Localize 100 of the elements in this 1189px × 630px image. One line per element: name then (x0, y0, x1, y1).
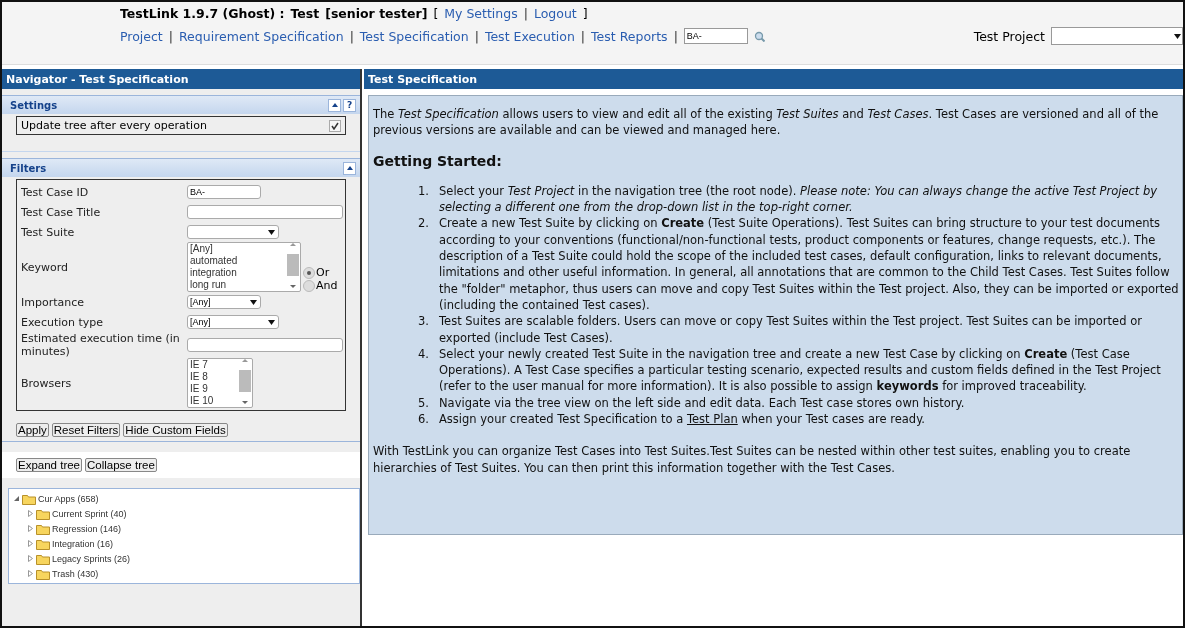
separator: | (523, 5, 528, 21)
filter-label: Test Case ID (21, 185, 90, 199)
dropdown-arrow-icon (267, 227, 276, 237)
tree-node[interactable]: Current Sprint (40) (52, 508, 127, 519)
dropdown-arrow-icon (1173, 31, 1182, 41)
section-header[interactable]: Settings ? (2, 95, 360, 114)
collapsed-arrow-icon[interactable] (27, 540, 34, 547)
separator: | (673, 28, 678, 44)
header-link[interactable]: My Settings (444, 5, 518, 21)
folder-icon (36, 552, 50, 565)
menu-link[interactable]: Test Execution (484, 28, 575, 44)
outro-text: With TestLink you can organize Test Cases into Test Suites.Test Suites can be nested within other test suites, enabling you to create hierarchies of Test Suites. You can then print this information together with the Test Cases. (373, 443, 1132, 476)
checkbox[interactable] (329, 119, 341, 132)
step-text: Select your Test Project in the navigation tree (the root node). Please note: You can always change the active Test Project by selecting a different one from the drop-down list in the top-right corner. (439, 182, 1159, 216)
project-select[interactable] (1051, 27, 1183, 45)
tree-button[interactable]: Expand tree (16, 458, 82, 472)
search-field[interactable]: BA- (683, 28, 748, 44)
list-option[interactable]: IE 10 (190, 395, 238, 407)
section-header[interactable]: Filters (2, 158, 360, 177)
filter-button[interactable]: Apply (16, 423, 49, 437)
separator: | (168, 28, 173, 44)
list-option[interactable]: automated (190, 255, 286, 267)
input-field[interactable] (187, 205, 343, 219)
project-label: Test Project (973, 28, 1045, 44)
filter-label: Browsers (21, 376, 73, 390)
tree-node[interactable]: Integration (16) (52, 538, 114, 549)
collapsed-arrow-icon[interactable] (27, 525, 34, 532)
folder-icon (36, 537, 50, 550)
user-role: [senior tester] (325, 5, 428, 21)
collapse-icon[interactable] (328, 98, 341, 112)
step-number: 3. (417, 313, 430, 331)
menu-link[interactable]: Test Specification (359, 28, 469, 44)
list-option[interactable]: integration (190, 267, 286, 279)
collapse-icon[interactable] (343, 161, 356, 175)
dropdown[interactable]: [Any] (187, 295, 261, 309)
collapsed-arrow-icon[interactable] (27, 555, 34, 562)
step-number: 2. (417, 215, 430, 233)
bracket: ] (582, 5, 588, 21)
list-box[interactable]: [Any] automated integration long run (187, 242, 301, 292)
step-text: Select your newly created Test Suite in the navigation tree and create a new Test Case by clicking on Create (Test Case Operations). A Test Case specifies a particular testing scenario, expected results and custom fields defined in the Test Project (refer to the user manual for more information). It is also possible to assign keywords for improved traceability. (439, 345, 1162, 395)
folder-icon (36, 507, 50, 520)
folder-icon (36, 567, 50, 580)
input-field[interactable] (187, 338, 343, 352)
collapsed-arrow-icon[interactable] (27, 510, 34, 517)
list-option[interactable]: long run (190, 279, 286, 291)
tree-node[interactable]: Trash (430) (52, 568, 99, 579)
filter-label: Keyword (21, 260, 69, 274)
step-text: Navigate via the tree view on the left side and edit data. Each Test case stores own history. (439, 394, 966, 412)
scrollbar (286, 243, 300, 289)
bracket: [ (433, 5, 439, 21)
input-field[interactable]: BA- (187, 185, 261, 199)
list-option[interactable]: IE 8 (190, 371, 238, 383)
list-box[interactable]: IE 7 IE 8 IE 9 IE 10 (187, 358, 253, 408)
separator: | (474, 28, 479, 44)
radio-button[interactable]: And (303, 279, 338, 292)
filter-label: Importance (21, 295, 86, 309)
filter-label: Test Case Title (21, 205, 102, 219)
tree-button[interactable]: Collapse tree (85, 458, 157, 472)
separator: | (580, 28, 586, 44)
project-name: Test (290, 5, 320, 21)
panel-title: Navigator - Test Specification (2, 69, 360, 89)
section-title: Filters (10, 162, 48, 174)
step-number: 4. (417, 345, 430, 363)
panel-title: Test Specification (364, 69, 1183, 89)
intro-text: The Test Specification allows users to view and edit all of the existing Test Suites and Test Cases. Test Cases are versioned and all of the previous versions are available and can be viewed and managed here. (373, 106, 1160, 139)
step-text: Test Suites are scalable folders. Users can move or copy Test Suites within the Test project. Test Suites can be imported or exported (include Test Cases). (439, 313, 1143, 346)
setting-label: Update tree after every operation (21, 119, 207, 132)
header-link[interactable]: Logout (533, 5, 577, 21)
help-button[interactable]: ? (343, 98, 356, 112)
menu-link[interactable]: Requirement Specification (179, 28, 344, 44)
radio-button[interactable]: Or (303, 266, 338, 279)
test-plan-link[interactable]: Test Plan (686, 412, 738, 427)
menu-link[interactable]: Test Reports (591, 28, 668, 44)
folder-icon (36, 522, 50, 535)
collapsed-arrow-icon[interactable] (27, 570, 34, 577)
filter-label: Test Suite (21, 225, 76, 239)
filter-label: Estimated execution time (in minutes) (21, 332, 181, 358)
tree-node[interactable]: Regression (146) (52, 523, 122, 534)
filter-button[interactable]: Reset Filters (51, 423, 121, 437)
section-title: Settings (10, 99, 59, 111)
tree-node[interactable]: Cur Apps (658) (38, 493, 99, 504)
step-text: when your Test cases are ready. (741, 412, 925, 427)
list-option[interactable]: IE 7 (190, 359, 238, 371)
menu-link[interactable]: Project (120, 28, 163, 44)
step-number: 1. (417, 182, 430, 200)
dropdown[interactable] (187, 225, 279, 239)
app-title: TestLink 1.9.7 (Ghost) : (120, 5, 285, 21)
step-number: 6. (417, 411, 430, 428)
tree-node[interactable]: Legacy Sprints (26) (52, 553, 131, 564)
list-option[interactable]: [Any] (190, 243, 286, 255)
dropdown[interactable]: [Any] (187, 315, 279, 329)
step-number: 5. (417, 394, 430, 412)
section-heading: Getting Started: (373, 152, 503, 169)
step-text: Assign your created Test Specification to a (439, 412, 684, 427)
filter-label: Execution type (21, 315, 105, 329)
list-option[interactable]: IE 9 (190, 383, 238, 395)
folder-icon (22, 492, 36, 505)
search-icon (753, 30, 765, 42)
filter-button[interactable]: Hide Custom Fields (123, 423, 228, 437)
expanded-arrow-icon[interactable] (13, 495, 20, 502)
